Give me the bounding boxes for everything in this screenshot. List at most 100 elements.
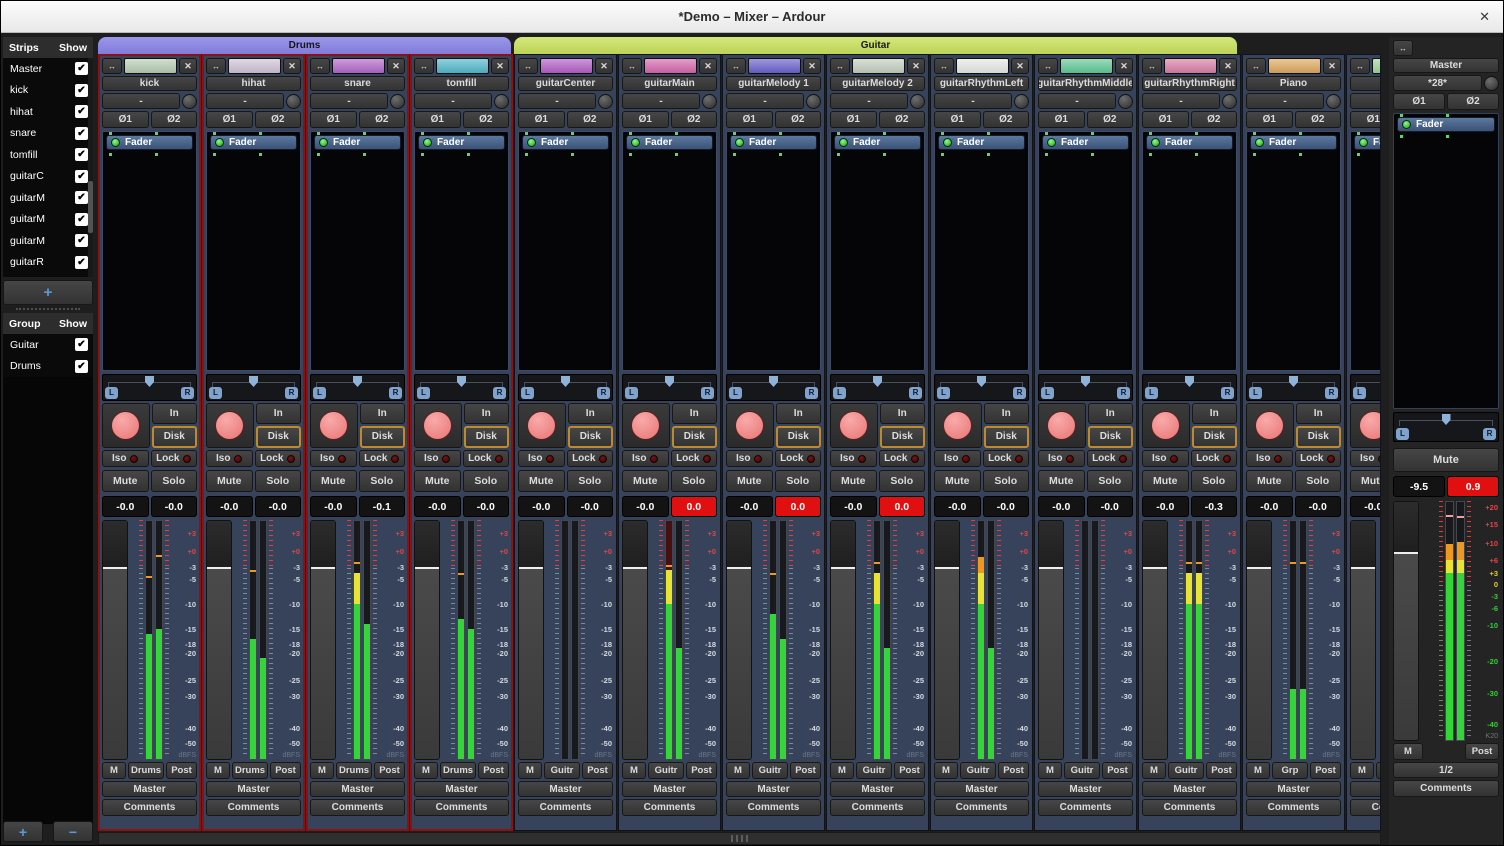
group-button[interactable]: Guitr xyxy=(856,762,892,779)
group-button[interactable]: Guitr xyxy=(1064,762,1100,779)
sidebar-strip-row[interactable]: guitarM✔ xyxy=(3,187,93,209)
strip-color-bar[interactable] xyxy=(228,58,281,74)
fader-processor-button[interactable]: Fader xyxy=(1250,135,1337,150)
group-button[interactable]: Guitr xyxy=(1168,762,1204,779)
input-source-button[interactable]: - xyxy=(1350,93,1381,109)
monitor-input-button[interactable]: In xyxy=(880,403,926,424)
metering-button[interactable]: M xyxy=(726,762,750,779)
solo-button[interactable]: Solo xyxy=(359,470,406,492)
strip-width-icon[interactable]: ↔ xyxy=(102,58,122,74)
solo-lock-button[interactable]: Lock xyxy=(1295,450,1342,467)
peak-display[interactable]: -0.0 xyxy=(151,496,198,517)
meter-point-button[interactable]: Post xyxy=(790,762,821,779)
metering-button[interactable]: M xyxy=(622,762,646,779)
peak-display[interactable]: -0.0 xyxy=(983,496,1030,517)
strip-close-icon[interactable]: ✕ xyxy=(803,58,821,74)
record-enable-cell[interactable] xyxy=(830,403,878,448)
metering-button[interactable]: M xyxy=(1393,743,1423,760)
peak-display[interactable]: -0.0 xyxy=(567,496,614,517)
monitor-input-button[interactable]: In xyxy=(1296,403,1342,424)
strip-close-icon[interactable]: ✕ xyxy=(491,58,509,74)
channel-fader[interactable] xyxy=(622,520,648,760)
strip-name-button[interactable]: guitarMain xyxy=(622,76,717,91)
remove-group-button[interactable]: − xyxy=(53,821,93,842)
solo-lock-button[interactable]: Lock xyxy=(983,450,1030,467)
strip-color-bar[interactable] xyxy=(1164,58,1217,74)
horizontal-scrollbar[interactable] xyxy=(98,832,1381,845)
solo-isolate-button[interactable]: Iso xyxy=(1038,450,1085,467)
solo-lock-button[interactable]: Lock xyxy=(359,450,406,467)
phase-2-button[interactable]: Ø2 xyxy=(775,111,822,128)
trim-knob[interactable] xyxy=(806,94,821,109)
mute-button[interactable]: Mute xyxy=(1350,470,1381,492)
fader-handle[interactable] xyxy=(1351,521,1375,569)
solo-button[interactable]: Solo xyxy=(255,470,302,492)
record-enable-cell[interactable] xyxy=(1350,403,1381,448)
metering-button[interactable]: M xyxy=(310,762,334,779)
trim-knob[interactable] xyxy=(910,94,925,109)
channel-fader[interactable] xyxy=(310,520,336,760)
processor-box[interactable]: Fader xyxy=(414,131,509,371)
strip-color-bar[interactable] xyxy=(644,58,697,74)
metering-button[interactable]: M xyxy=(1246,762,1270,779)
monitor-input-button[interactable]: In xyxy=(776,403,822,424)
solo-button[interactable]: Solo xyxy=(151,470,198,492)
strip-show-checkbox[interactable]: ✔ xyxy=(75,62,88,75)
mute-button[interactable]: Mute xyxy=(934,470,981,492)
strip-name-button[interactable]: guitarCenter xyxy=(518,76,613,91)
processor-box[interactable]: Fader xyxy=(1393,113,1499,409)
group-button[interactable]: Drums xyxy=(336,762,372,779)
comments-button[interactable]: Comments xyxy=(1038,799,1133,816)
phase-1-button[interactable]: Ø1 xyxy=(518,111,565,128)
metering-button[interactable]: M xyxy=(102,762,126,779)
peak-display[interactable]: -0.0 xyxy=(463,496,510,517)
output-button[interactable]: Master xyxy=(1350,781,1381,797)
peak-display[interactable]: 0.9 xyxy=(1447,476,1499,497)
monitor-disk-button[interactable]: Disk xyxy=(880,426,926,449)
fader-processor-button[interactable]: Fader xyxy=(626,135,713,150)
processor-box[interactable]: Fader xyxy=(102,131,197,371)
phase-1-button[interactable]: Ø1 xyxy=(830,111,877,128)
solo-button[interactable]: Solo xyxy=(671,470,718,492)
processor-box[interactable]: Fader xyxy=(1038,131,1133,371)
solo-button[interactable]: Solo xyxy=(567,470,614,492)
peak-display[interactable]: 0.0 xyxy=(775,496,822,517)
input-source-button[interactable]: - xyxy=(206,93,284,109)
trim-knob[interactable] xyxy=(494,94,509,109)
strip-close-icon[interactable]: ✕ xyxy=(907,58,925,74)
sidebar-strip-row[interactable]: kick✔ xyxy=(3,80,93,102)
trim-knob[interactable] xyxy=(1484,76,1499,91)
processor-box[interactable]: Fader xyxy=(830,131,925,371)
phase-1-button[interactable]: Ø1 xyxy=(310,111,357,128)
phase-2-button[interactable]: Ø2 xyxy=(463,111,510,128)
add-strip-button[interactable]: + xyxy=(3,280,93,305)
phase-1-button[interactable]: Ø1 xyxy=(1350,111,1381,128)
phase-1-button[interactable]: Ø1 xyxy=(1038,111,1085,128)
record-enable-button[interactable] xyxy=(735,411,764,440)
record-enable-button[interactable] xyxy=(943,411,972,440)
monitor-input-button[interactable]: In xyxy=(568,403,614,424)
record-enable-cell[interactable] xyxy=(934,403,982,448)
record-enable-cell[interactable] xyxy=(726,403,774,448)
meter-point-button[interactable]: Post xyxy=(270,762,301,779)
comments-button[interactable]: Comments xyxy=(726,799,821,816)
solo-button[interactable]: Solo xyxy=(1087,470,1134,492)
fader-processor-button[interactable]: Fader xyxy=(834,135,921,150)
monitor-disk-button[interactable]: Disk xyxy=(984,426,1030,449)
solo-isolate-button[interactable]: Iso xyxy=(518,450,565,467)
group-button[interactable]: Drums xyxy=(128,762,164,779)
strip-width-icon[interactable]: ↔ xyxy=(1246,58,1266,74)
monitor-disk-button[interactable]: Disk xyxy=(776,426,822,449)
comments-button[interactable]: Comments xyxy=(1142,799,1237,816)
trim-knob[interactable] xyxy=(598,94,613,109)
output-button[interactable]: Master xyxy=(726,781,821,797)
pan-position-marker[interactable] xyxy=(873,376,882,387)
solo-isolate-button[interactable]: Iso xyxy=(622,450,669,467)
phase-1-button[interactable]: Ø1 xyxy=(934,111,981,128)
mute-button[interactable]: Mute xyxy=(206,470,253,492)
sidebar-strip-row[interactable]: guitarM✔ xyxy=(3,209,93,231)
pan-control[interactable]: LR xyxy=(102,374,197,401)
output-button[interactable]: Master xyxy=(830,781,925,797)
master-mute-button[interactable]: Mute xyxy=(1393,448,1499,472)
phase-1-button[interactable]: Ø1 xyxy=(1393,93,1445,110)
